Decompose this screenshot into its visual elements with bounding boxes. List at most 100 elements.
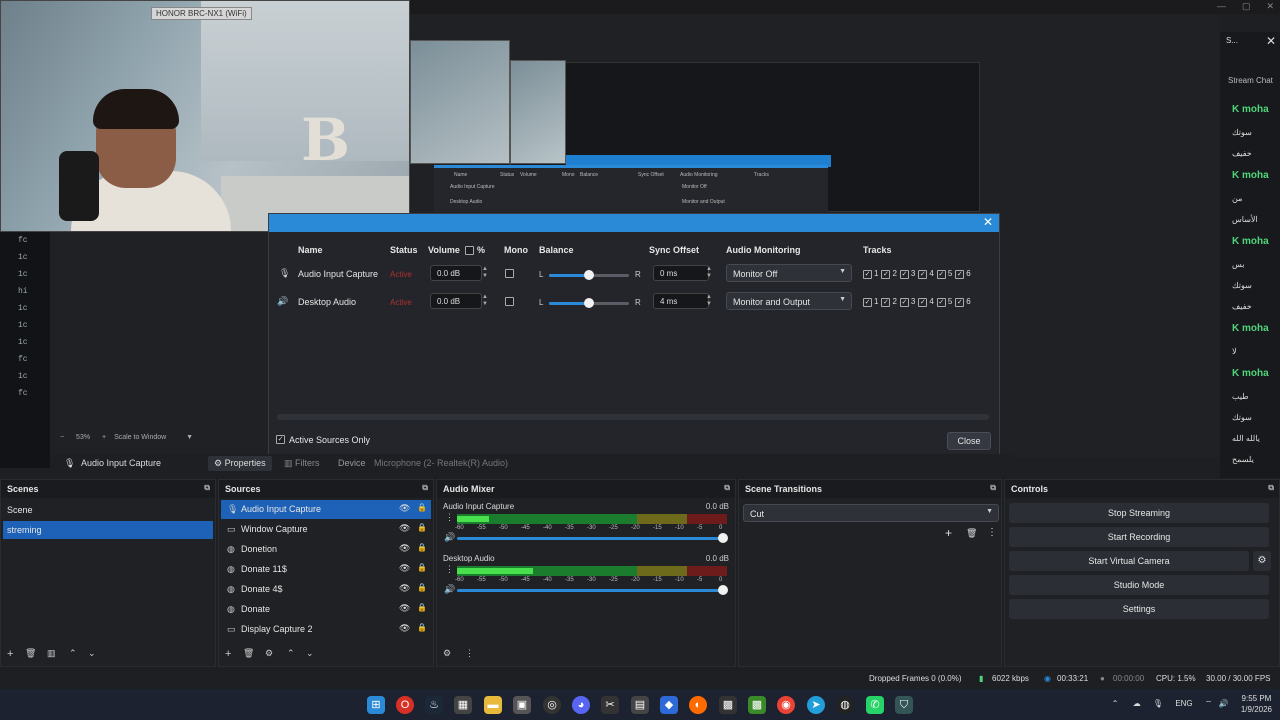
- settings-button[interactable]: Settings: [1009, 599, 1269, 619]
- visibility-eye-icon[interactable]: 👁: [399, 623, 410, 634]
- more-icon[interactable]: ⋮: [465, 648, 474, 659]
- opera-icon[interactable]: O: [396, 696, 414, 714]
- lock-icon[interactable]: 🔒: [417, 563, 427, 572]
- monitoring-select[interactable]: Monitor Off ▼: [726, 264, 852, 282]
- volume-icon[interactable]: 🔊: [1219, 699, 1229, 708]
- gear-icon[interactable]: ⚙: [443, 648, 451, 659]
- track-checkbox[interactable]: ✓ 3: [899, 269, 915, 279]
- app-icon[interactable]: ◍: [836, 696, 854, 714]
- dialog-close-icon[interactable]: ✕: [983, 215, 993, 229]
- cloud-icon[interactable]: ☁: [1133, 699, 1141, 708]
- balance-knob[interactable]: [584, 270, 594, 280]
- minecraft-icon[interactable]: ▩: [748, 696, 766, 714]
- trash-icon[interactable]: 🗑: [25, 648, 36, 659]
- track-checkbox[interactable]: ✓ 2: [881, 269, 897, 279]
- trash-icon[interactable]: 🗑: [966, 528, 977, 539]
- transition-select[interactable]: Cut ▼: [743, 504, 999, 522]
- balance-slider[interactable]: [549, 298, 629, 308]
- add-icon[interactable]: +: [945, 526, 952, 540]
- lock-icon[interactable]: 🔒: [417, 503, 427, 512]
- balance-knob[interactable]: [584, 298, 594, 308]
- track-checkbox[interactable]: ✓ 5: [936, 269, 952, 279]
- volume-spinner[interactable]: ▲ ▼: [481, 266, 489, 280]
- language[interactable]: ENG: [1175, 699, 1192, 708]
- speaker-icon[interactable]: 🔊: [444, 584, 455, 595]
- lock-icon[interactable]: 🔒: [417, 603, 427, 612]
- undock-icon[interactable]: ⧉: [204, 483, 210, 493]
- firefox-icon[interactable]: ◐: [689, 696, 707, 714]
- source-item[interactable]: ◍ Donetion 👁 🔒: [221, 540, 431, 559]
- discord-icon[interactable]: ◕: [572, 696, 590, 714]
- source-item[interactable]: ▭ Window Capture 👁 🔒: [221, 520, 431, 539]
- arrow-up-icon[interactable]: ⌃: [69, 648, 77, 659]
- channel-menu-icon[interactable]: ⋮: [445, 512, 454, 523]
- lock-icon[interactable]: 🔒: [417, 583, 427, 592]
- horizontal-scrollbar[interactable]: [277, 414, 989, 420]
- scale-mode[interactable]: Scale to Window: [114, 434, 166, 441]
- chat-close-icon[interactable]: ✕: [1266, 34, 1276, 48]
- visibility-eye-icon[interactable]: 👁: [399, 543, 410, 554]
- track-checkbox[interactable]: ✓ 6: [955, 269, 971, 279]
- webcam-feed[interactable]: B HONOR BRC-NX1 (WiFi): [0, 0, 410, 232]
- percent-checkbox[interactable]: [465, 246, 474, 255]
- source-item[interactable]: ▭ Display Capture 2 👁 🔒: [221, 620, 431, 639]
- add-icon[interactable]: +: [225, 648, 231, 660]
- track-checkbox[interactable]: ✓ 1: [863, 269, 878, 279]
- sync-spinner[interactable]: ▲ ▼: [705, 294, 713, 308]
- active-only-checkbox[interactable]: ✓: [276, 435, 285, 444]
- zoom-out-icon[interactable]: −: [60, 434, 64, 441]
- source-item[interactable]: ◍ Donate 👁 🔒: [221, 600, 431, 619]
- windows-start-icon[interactable]: ⊞: [367, 696, 385, 714]
- add-icon[interactable]: +: [7, 648, 13, 660]
- volume-slider[interactable]: [457, 585, 728, 595]
- start-virtual-camera-button[interactable]: Start Virtual Camera: [1009, 551, 1249, 571]
- undock-icon[interactable]: ⧉: [1268, 483, 1274, 493]
- app-icon[interactable]: ◆: [660, 696, 678, 714]
- arrow-down-icon[interactable]: ⌄: [306, 648, 314, 659]
- scene-item[interactable]: streming: [3, 521, 213, 539]
- track-checkbox[interactable]: ✓ 6: [955, 297, 971, 307]
- source-item[interactable]: 🎙 Audio Input Capture 👁 🔒: [221, 500, 431, 519]
- arrow-up-icon[interactable]: ⌃: [287, 648, 295, 659]
- track-checkbox[interactable]: ✓ 4: [918, 297, 934, 307]
- filter-icon[interactable]: ▥: [47, 648, 56, 659]
- app-icon[interactable]: ▦: [454, 696, 472, 714]
- maximize-icon[interactable]: ▢: [1242, 1, 1251, 12]
- device-select[interactable]: Microphone (2- Realtek(R) Audio): [374, 458, 508, 468]
- more-icon[interactable]: ⋮: [987, 527, 997, 538]
- sync-offset-input[interactable]: 4 ms: [653, 293, 709, 309]
- track-checkbox[interactable]: ✓ 5: [936, 297, 952, 307]
- volume-slider[interactable]: [457, 533, 728, 543]
- gear-icon[interactable]: ⚙: [265, 648, 273, 659]
- source-item[interactable]: ◍ Donate 4$ 👁 🔒: [221, 580, 431, 599]
- whatsapp-icon[interactable]: ✆: [866, 696, 884, 714]
- lock-icon[interactable]: 🔒: [417, 523, 427, 532]
- mono-checkbox[interactable]: [505, 269, 514, 278]
- volume-spinner[interactable]: ▲ ▼: [481, 294, 489, 308]
- app-icon[interactable]: ▩: [719, 696, 737, 714]
- lock-icon[interactable]: 🔒: [417, 543, 427, 552]
- track-checkbox[interactable]: ✓ 3: [899, 297, 915, 307]
- sync-offset-input[interactable]: 0 ms: [653, 265, 709, 281]
- close-button[interactable]: Close: [947, 432, 991, 450]
- minimize-icon[interactable]: —: [1217, 1, 1226, 12]
- source-item[interactable]: ◍ Donate 11$ 👁 🔒: [221, 560, 431, 579]
- properties-button[interactable]: ⚙ Properties: [208, 456, 272, 471]
- clock-date[interactable]: 1/9/2026: [1241, 705, 1272, 714]
- telegram-icon[interactable]: ➤: [807, 696, 825, 714]
- trash-icon[interactable]: 🗑: [243, 648, 254, 659]
- volume-input[interactable]: 0.0 dB: [430, 265, 482, 281]
- visibility-eye-icon[interactable]: 👁: [399, 523, 410, 534]
- capcut-icon[interactable]: ✂: [601, 696, 619, 714]
- visibility-eye-icon[interactable]: 👁: [399, 563, 410, 574]
- balance-slider[interactable]: [549, 270, 629, 280]
- undock-icon[interactable]: ⧉: [422, 483, 428, 493]
- chevron-up-icon[interactable]: ⌃: [1112, 699, 1119, 708]
- arrow-down-icon[interactable]: ⌄: [88, 648, 96, 659]
- store-icon[interactable]: ▣: [513, 696, 531, 714]
- filters-button[interactable]: ▥ Filters: [284, 458, 320, 469]
- studio-mode-button[interactable]: Studio Mode: [1009, 575, 1269, 595]
- steam-icon[interactable]: ♨: [425, 696, 443, 714]
- visibility-eye-icon[interactable]: 👁: [399, 603, 410, 614]
- track-checkbox[interactable]: ✓ 1: [863, 297, 878, 307]
